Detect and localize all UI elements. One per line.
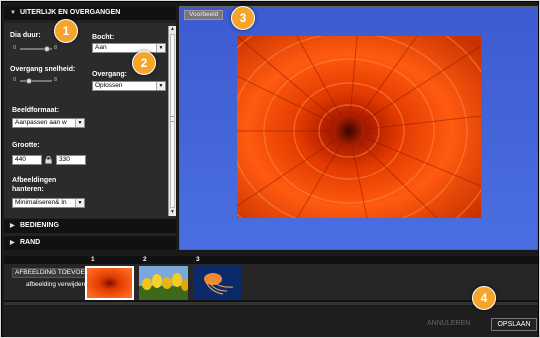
border-section-header[interactable]: ▶ RAND	[4, 236, 176, 250]
callout-marker: 4	[472, 286, 496, 310]
preview-tab[interactable]: Voorbeeld	[184, 10, 224, 20]
chevron-down-icon: ▼	[156, 82, 165, 90]
orange-flower-thumb	[87, 268, 132, 298]
callout-marker: 3	[231, 6, 255, 30]
thumbnail-number: 2	[143, 256, 147, 263]
cancel-button[interactable]: ANNULEREN	[427, 320, 470, 327]
thumbnail-3[interactable]	[193, 266, 242, 300]
image-format-label: Beeldformaat:	[12, 107, 60, 114]
grip-icon	[171, 116, 174, 122]
loop-select-value: Aan	[95, 44, 107, 51]
lock-icon[interactable]	[45, 156, 52, 164]
chevron-down-icon: ▼	[75, 119, 84, 127]
slide-duration-knob[interactable]	[44, 46, 50, 52]
loop-select[interactable]: Aan ▼	[92, 43, 166, 53]
image-format-select[interactable]: Aanpassen aan w ▼	[12, 118, 85, 128]
preview-area: Voorbeeld	[179, 6, 538, 250]
collapsed-triangle-icon: ▶	[10, 240, 15, 246]
transition-speed-knob[interactable]	[26, 78, 32, 84]
transition-speed-label: Overgang snelheid:	[10, 66, 76, 73]
size-label: Grootte:	[12, 142, 40, 149]
slide-duration-max: 8	[54, 45, 58, 51]
scroll-down-icon[interactable]: ▼	[169, 209, 176, 216]
filmstrip-scrollbar[interactable]	[4, 302, 538, 305]
handle-images-select-value: Minimaliseren& In	[15, 199, 67, 206]
height-input[interactable]: 330	[56, 155, 86, 165]
controls-section-title: BEDIENING	[20, 222, 59, 229]
thumbnail-1[interactable]	[85, 266, 134, 300]
transition-select-value: Oplossen	[95, 82, 123, 89]
collapsed-triangle-icon: ▶	[10, 223, 15, 229]
width-input[interactable]: 440	[12, 155, 42, 165]
transition-speed-slider[interactable]	[20, 80, 52, 82]
transition-speed-max: 8	[54, 77, 58, 83]
expanded-triangle-icon: ▼	[10, 10, 16, 16]
callout-marker: 1	[54, 19, 78, 43]
controls-section-header[interactable]: ▶ BEDIENING	[4, 219, 176, 233]
chevron-down-icon: ▼	[156, 44, 165, 52]
transition-select[interactable]: Oplossen ▼	[92, 81, 166, 91]
preview-photo	[237, 36, 481, 218]
thumbnail-2[interactable]	[139, 266, 188, 300]
border-section-title: RAND	[20, 239, 41, 246]
yellow-tulips-thumb	[139, 266, 188, 300]
appearance-section-header[interactable]: ▼ UITERLIJK EN OVERGANGEN	[4, 6, 176, 20]
chevron-down-icon: ▼	[75, 199, 84, 207]
image-format-select-value: Aanpassen aan w	[15, 119, 67, 126]
slide-duration-min: 0	[13, 45, 17, 51]
transition-speed-min: 0	[13, 77, 17, 83]
handle-images-label-line1: Afbeeldingen	[12, 177, 57, 184]
handle-images-label-line2: hanteren:	[12, 186, 44, 193]
add-image-button[interactable]: AFBEELDING TOEVOEGEN	[12, 268, 86, 278]
slideshow-editor: ▼ UITERLIJK EN OVERGANGEN Dia duur: 0 8 B…	[1, 1, 539, 337]
filmstrip: 1 2 3 AFBEELDING TOEVOEGEN afbeelding ve…	[4, 256, 538, 305]
scroll-up-icon[interactable]: ▲	[169, 26, 176, 33]
save-button[interactable]: OPSLAAN	[491, 318, 537, 331]
transition-label: Overgang:	[92, 71, 128, 78]
loop-label: Bocht:	[92, 34, 115, 41]
orange-flower-image	[237, 36, 481, 218]
slide-duration-label: Dia duur:	[10, 32, 41, 39]
panel-scrollbar[interactable]: ▲ ▼	[168, 26, 176, 216]
jellyfish-thumb	[193, 266, 242, 300]
thumbnail-number: 3	[196, 256, 200, 263]
appearance-section-title: UITERLIJK EN OVERGANGEN	[20, 9, 121, 16]
thumbnail-number: 1	[91, 256, 95, 263]
callout-marker: 2	[132, 51, 156, 75]
footer: ANNULEREN OPSLAAN	[4, 307, 538, 337]
handle-images-select[interactable]: Minimaliseren& In ▼	[12, 198, 85, 208]
remove-image-link[interactable]: afbeelding verwijderen	[26, 281, 86, 288]
settings-panel: ▼ UITERLIJK EN OVERGANGEN Dia duur: 0 8 B…	[4, 6, 176, 250]
